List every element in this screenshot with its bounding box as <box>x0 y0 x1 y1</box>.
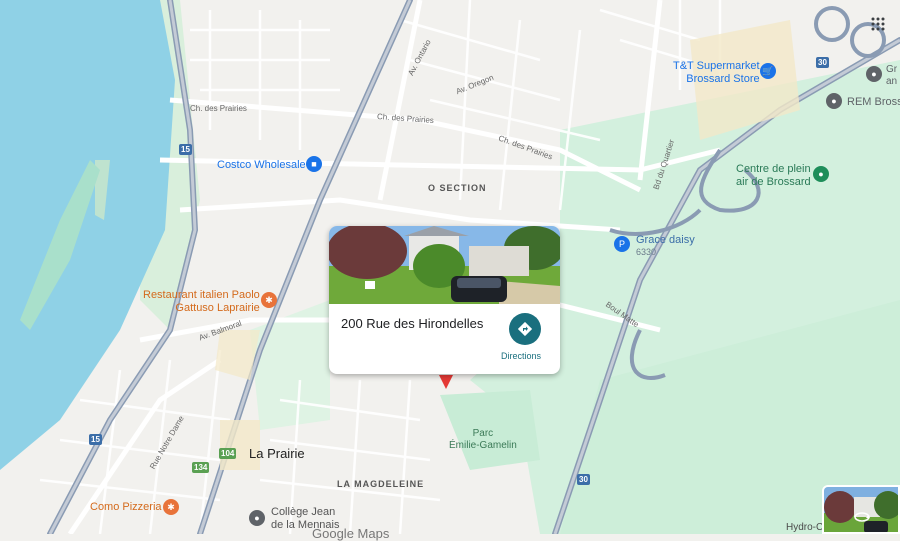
route-shield-104: 104 <box>219 448 237 459</box>
district-label-la-magdeleine: LA MAGDELEINE <box>337 479 425 489</box>
poi-label-grace-daisy[interactable]: Grace daisy <box>636 234 695 247</box>
street-label-ch-prairies-1: Ch. des Prairies <box>190 104 247 113</box>
directions-icon <box>518 322 532 336</box>
school-pin-icon[interactable]: ● <box>249 510 265 526</box>
place-address: 200 Rue des Hirondelles <box>341 316 484 331</box>
directions-label[interactable]: Directions <box>501 351 541 361</box>
place-label-hydro: Hydro-C <box>786 522 824 533</box>
highway-shield-15-north: 15 <box>179 144 192 155</box>
location-pin-icon[interactable] <box>439 375 453 389</box>
district-label-o-section: O SECTION <box>428 183 487 193</box>
shopping-bag-icon[interactable]: ■ <box>306 156 322 172</box>
restaurant-icon[interactable]: ✱ <box>261 292 277 308</box>
place-icon[interactable]: ● <box>866 66 882 82</box>
poi-label-grace-number: 6330 <box>636 247 657 257</box>
apps-grid-icon <box>871 17 885 31</box>
highway-shield-30-south: 30 <box>577 474 590 485</box>
highway-shield-15-south: 15 <box>89 434 102 445</box>
poi-label-centre-plein-air[interactable]: Centre de plein air de Brossard <box>736 163 811 188</box>
restaurant-icon[interactable]: ✱ <box>163 499 179 515</box>
street-view-thumb-photo <box>824 487 898 532</box>
highway-shield-30-north: 30 <box>816 57 829 68</box>
poi-label-tt-supermarket[interactable]: T&T Supermarket Brossard Store <box>673 60 760 85</box>
street-view-photo[interactable] <box>329 226 560 304</box>
place-label-la-prairie: La Prairie <box>249 446 305 461</box>
apps-grid-button[interactable] <box>866 12 890 36</box>
shopping-cart-icon[interactable]: 🛒 <box>760 63 776 79</box>
place-info-card[interactable]: 200 Rue des Hirondelles Directions <box>329 226 560 374</box>
poi-label-gr[interactable]: Gr an <box>886 64 897 87</box>
poi-label-costco[interactable]: Costco Wholesale <box>217 159 306 172</box>
parking-pin-icon[interactable]: P <box>614 236 630 252</box>
poi-label-rem-brossard[interactable]: REM Bross <box>847 96 900 109</box>
poi-label-restaurant-paolo[interactable]: Restaurant italien Paolo Gattuso Laprair… <box>143 289 260 314</box>
park-label-emilie-gamelin[interactable]: Parc Émilie-Gamelin <box>449 428 517 451</box>
street-view-thumbnail[interactable] <box>822 485 900 534</box>
poi-label-como-pizzeria[interactable]: Como Pizzeria <box>90 501 162 514</box>
park-pin-icon[interactable]: ● <box>813 166 829 182</box>
route-shield-134: 134 <box>192 462 210 473</box>
directions-button[interactable] <box>509 313 541 345</box>
place-icon[interactable]: ● <box>826 93 842 109</box>
